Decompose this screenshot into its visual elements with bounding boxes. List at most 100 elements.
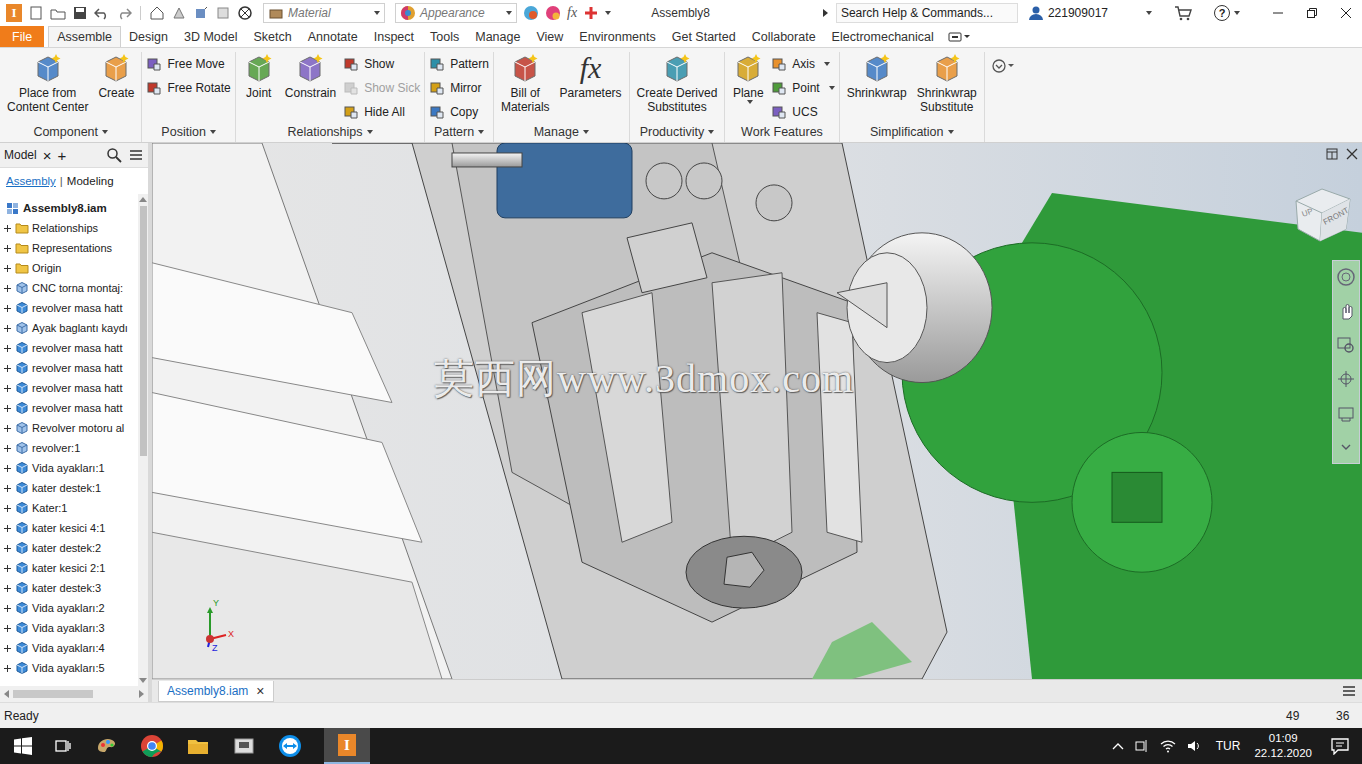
tree-item[interactable]: revolver:1 [0,438,138,458]
tree-item[interactable]: Vida ayakları:5 [0,658,138,678]
paint-icon[interactable] [94,734,118,758]
ribbon-group-label[interactable]: Component [4,122,137,142]
expand-icon[interactable] [3,584,12,593]
help-search-box[interactable]: Search Help & Commands... [836,3,1018,23]
tree-item[interactable]: kater destek:3 [0,578,138,598]
input-language[interactable]: TUR [1216,739,1241,753]
tree-item[interactable]: Origin [0,258,138,278]
navigation-tool-icon[interactable] [1336,335,1356,355]
quick-access-icon[interactable] [28,5,44,21]
ribbon-tab[interactable]: Sketch [245,26,299,47]
document-menu-icon[interactable] [1342,685,1356,697]
chrome-icon[interactable] [140,734,164,758]
ribbon-tab[interactable]: Tools [422,26,467,47]
ribbon-tab[interactable]: Collaborate [744,26,824,47]
tree-item[interactable]: Kater:1 [0,498,138,518]
expand-icon[interactable] [3,404,12,413]
expand-icon[interactable] [3,304,12,313]
help-button[interactable]: ? [1214,5,1240,21]
material-dropdown[interactable]: Material [263,3,385,23]
tree-item[interactable]: kater destek:2 [0,538,138,558]
navigation-tool-icon[interactable] [1336,369,1356,389]
quick-access-icon[interactable] [94,5,110,21]
tree-item[interactable]: revolver masa hatt [0,378,138,398]
quick-access-icon[interactable] [116,5,132,21]
cart-icon[interactable] [1174,5,1192,21]
restore-icon[interactable] [1306,7,1318,19]
quick-access-icon[interactable] [149,5,165,21]
show-hidden-icons-icon[interactable] [1112,741,1124,751]
appearance-dropdown[interactable]: Appearance [395,3,517,23]
ribbon-small-button[interactable]: Hide All [343,102,420,122]
ribbon-large-button[interactable]: Bill ofMaterials [498,52,553,114]
viewcube[interactable]: UPFRONT [1288,183,1358,245]
start-icon[interactable] [14,737,32,755]
tree-item[interactable]: kater kesici 4:1 [0,518,138,538]
tree-item[interactable]: Relationships [0,218,138,238]
tree-horizontal-scrollbar[interactable] [0,686,148,702]
browser-add-button[interactable]: + [57,147,66,164]
expand-icon[interactable] [3,604,12,613]
ribbon-small-button[interactable]: Free Move [146,54,230,74]
ribbon-small-button[interactable]: UCS [771,102,834,122]
3d-viewport[interactable]: 莫西网www.3dmox.com UPFRONT YXZ [152,143,1362,679]
expand-icon[interactable] [3,324,12,333]
inventor-taskbar-button[interactable]: I [324,728,370,764]
tree-item[interactable]: Ayak baglantı kaydı [0,318,138,338]
minimize-icon[interactable] [1272,7,1284,19]
document-close-button[interactable]: × [256,683,264,699]
browser-close-button[interactable]: × [43,147,52,164]
ribbon-tab[interactable]: Environments [571,26,663,47]
ribbon-tab[interactable]: Annotate [300,26,366,47]
ribbon-small-button[interactable]: Copy [429,102,489,122]
ribbon-group-label[interactable]: Pattern [429,122,489,142]
ribbon-tab[interactable]: View [528,26,571,47]
expand-icon[interactable] [3,524,12,533]
clear-appearance-icon[interactable] [545,5,561,21]
ribbon-large-button[interactable]: Plane [729,52,767,104]
add-icon[interactable] [583,5,599,21]
browser-mode[interactable]: Assembly [6,175,56,187]
expand-icon[interactable] [3,644,12,653]
ribbon-options-icon[interactable] [991,58,1017,74]
expand-icon[interactable] [3,224,12,233]
search-icon[interactable] [106,147,122,163]
tree-item[interactable]: Assembly8.iam [0,198,138,218]
ribbon-large-button[interactable]: Shrinkwrap [844,52,910,100]
ribbon-tab[interactable]: File [0,26,44,47]
ribbon-small-button[interactable]: Show [343,54,420,74]
quick-access-icon[interactable] [50,5,66,21]
expand-icon[interactable] [3,244,12,253]
expand-icon[interactable] [3,484,12,493]
ribbon-large-button[interactable]: Create [95,52,137,100]
expand-icon[interactable] [3,464,12,473]
ribbon-small-button[interactable]: Mirror [429,78,489,98]
navigation-tool-icon[interactable] [1336,267,1356,287]
expand-icon[interactable] [3,664,12,673]
ribbon-tab[interactable]: Assemble [48,26,121,47]
quick-access-icon[interactable] [171,5,187,21]
expand-icon[interactable] [3,504,12,513]
tree-item[interactable]: Vida ayakları:3 [0,618,138,638]
app-logo[interactable]: I [6,4,22,22]
quick-access-icon[interactable] [215,5,231,21]
expand-icon[interactable] [3,384,12,393]
wifi-icon[interactable] [1160,738,1176,754]
ribbon-small-button[interactable]: Show Sick [343,78,420,98]
tree-item[interactable]: revolver masa hatt [0,398,138,418]
ribbon-tab[interactable]: Manage [467,26,528,47]
tree-item[interactable]: CNC torna montaj: [0,278,138,298]
search-expand-icon[interactable] [822,8,830,18]
ribbon-large-button[interactable]: fx Parameters [557,52,625,100]
ribbon-small-button[interactable]: Axis [771,54,834,74]
ribbon-tab[interactable]: Get Started [664,26,744,47]
split-view-icon[interactable] [1326,148,1338,160]
network-icon[interactable] [1134,738,1150,754]
user-account[interactable]: 221909017 [1028,5,1152,21]
navigation-tool-icon[interactable] [1336,301,1356,321]
ribbon-group-label[interactable]: Simplification [844,122,980,142]
document-tab[interactable]: Assembly8.iam × [158,681,274,702]
expand-icon[interactable] [3,624,12,633]
tree-item[interactable]: Revolver motoru al [0,418,138,438]
tree-item[interactable]: Vida ayakları:4 [0,638,138,658]
